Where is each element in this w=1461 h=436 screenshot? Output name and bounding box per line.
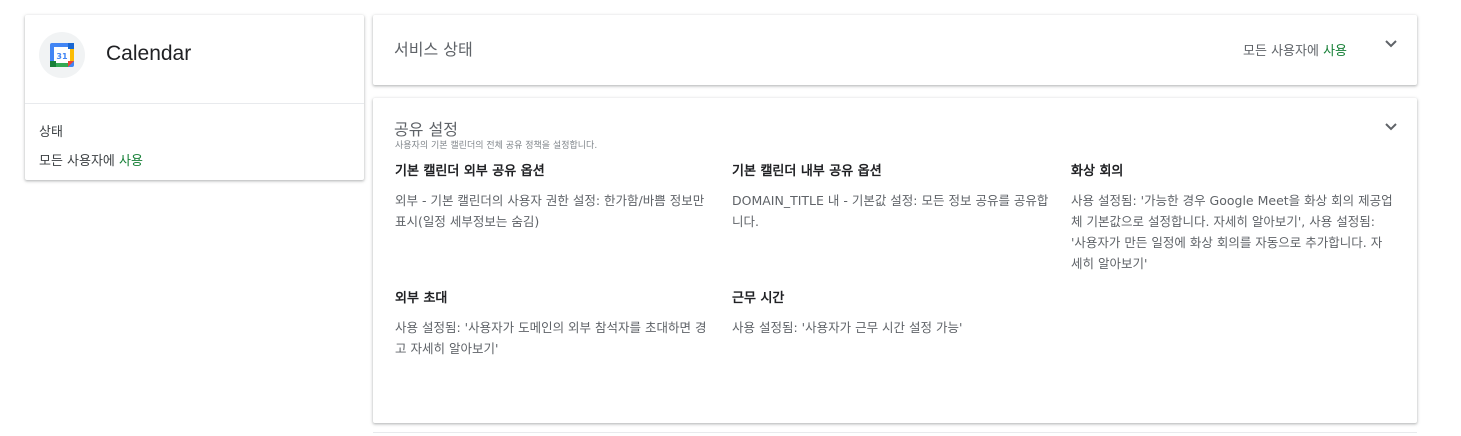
app-header: 31 Calendar <box>25 15 364 104</box>
calendar-logo-text: 31 <box>56 52 68 61</box>
setting-description: DOMAIN_TITLE 내 - 기본값 설정: 모든 정보 공유를 공유합니다… <box>732 193 1049 229</box>
next-card-edge <box>373 432 1417 433</box>
app-title: Calendar <box>106 42 192 65</box>
sharing-settings-card: 공유 설정 사용자의 기본 캘린더의 전체 공유 정책을 설정합니다. 기본 캘… <box>373 98 1417 423</box>
sharing-expand-icon[interactable] <box>1384 122 1398 132</box>
app-status-label: 상태 <box>39 125 63 140</box>
setting-external-invitations[interactable]: 외부 초대 사용 설정됨: '사용자가 도메인의 외부 참석자를 초대하면 경고… <box>395 291 717 359</box>
service-status-card[interactable]: 서비스 상태 모든 사용자에 사용 <box>373 15 1417 85</box>
service-status-value: 모든 사용자에 사용 <box>1243 40 1347 59</box>
sharing-subtitle: 사용자의 기본 캘린더의 전체 공유 정책을 설정합니다. <box>395 141 598 151</box>
service-status-prefix: 모든 사용자에 <box>1243 44 1319 59</box>
setting-internal-sharing[interactable]: 기본 캘린더 내부 공유 옵션 DOMAIN_TITLE 내 - 기본값 설정:… <box>732 164 1054 232</box>
app-status-enabled: 사용 <box>119 154 143 169</box>
app-status-value: 모든 사용자에 사용 <box>39 150 143 169</box>
setting-video-conferencing[interactable]: 화상 회의 사용 설정됨: '가능한 경우 Google Meet을 화상 회의… <box>1071 164 1393 274</box>
setting-title: 화상 회의 <box>1071 164 1124 179</box>
setting-description: 사용 설정됨: '가능한 경우 Google Meet을 화상 회의 제공업체 … <box>1071 193 1393 271</box>
setting-description: 외부 - 기본 캘린더의 사용자 권한 설정: 한가함/바쁨 정보만 표시(일정… <box>395 193 705 229</box>
service-status-expand-icon[interactable] <box>1384 39 1398 49</box>
app-summary-card: 31 Calendar 상태 모든 사용자에 사용 <box>25 15 364 180</box>
service-status-enabled: 사용 <box>1323 44 1347 59</box>
setting-description: 사용 설정됨: '사용자가 근무 시간 설정 가능' <box>732 320 963 335</box>
setting-title: 외부 초대 <box>395 291 448 306</box>
app-status-prefix: 모든 사용자에 <box>39 154 115 169</box>
sharing-title: 공유 설정 <box>394 120 458 139</box>
setting-external-sharing[interactable]: 기본 캘린더 외부 공유 옵션 외부 - 기본 캘린더의 사용자 권한 설정: … <box>395 164 717 232</box>
setting-title: 기본 캘린더 외부 공유 옵션 <box>395 164 545 179</box>
setting-description: 사용 설정됨: '사용자가 도메인의 외부 참석자를 초대하면 경고 자세히 알… <box>395 320 707 356</box>
app-logo: 31 <box>39 32 85 78</box>
service-status-title: 서비스 상태 <box>394 40 473 59</box>
google-calendar-icon: 31 <box>50 43 74 67</box>
setting-working-hours[interactable]: 근무 시간 사용 설정됨: '사용자가 근무 시간 설정 가능' <box>732 291 1054 338</box>
setting-title: 기본 캘린더 내부 공유 옵션 <box>732 164 882 179</box>
setting-title: 근무 시간 <box>732 291 785 306</box>
